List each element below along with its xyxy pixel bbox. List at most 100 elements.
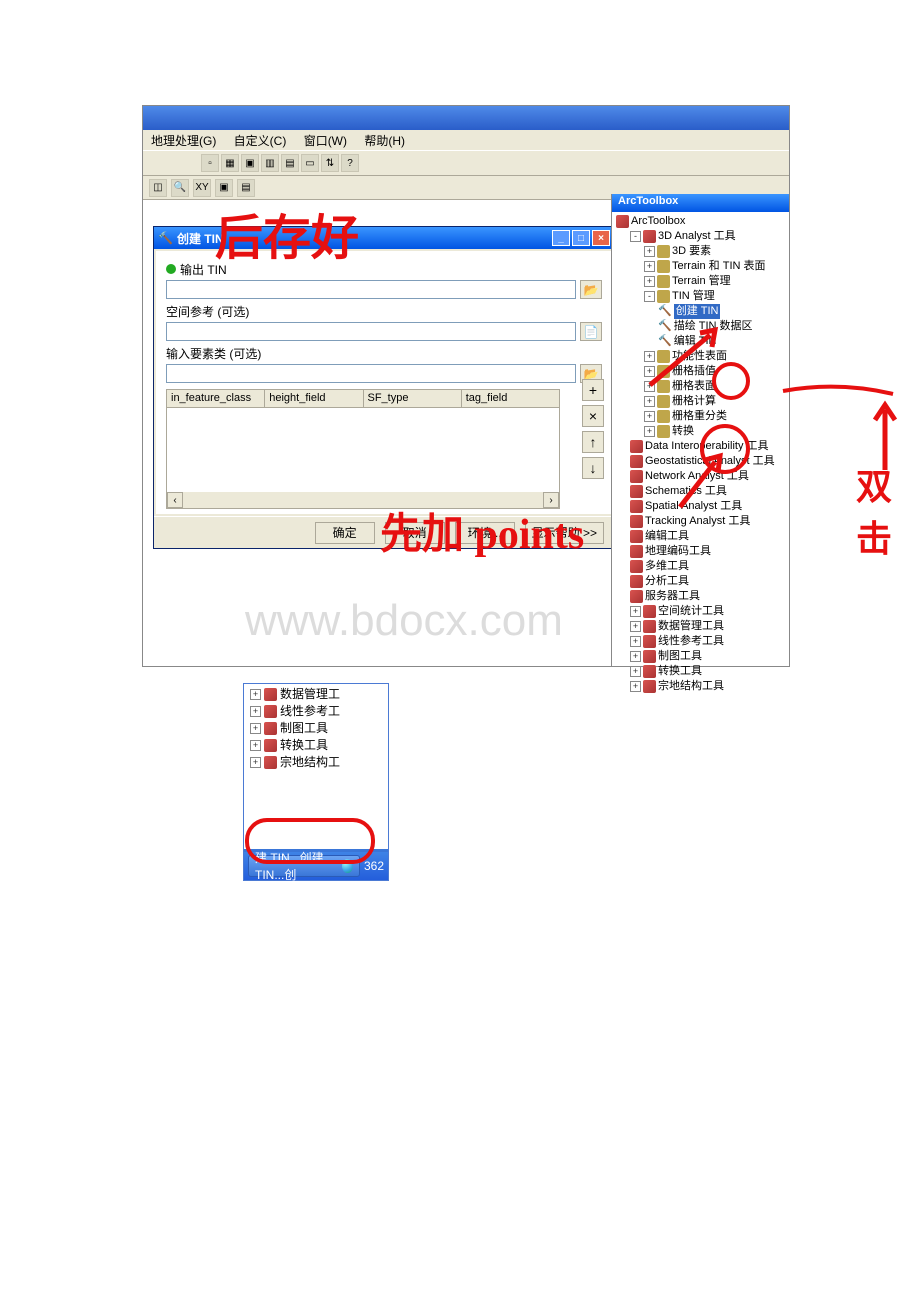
move-up-button[interactable]: ↑ — [582, 431, 604, 453]
add-row-button[interactable]: + — [582, 379, 604, 401]
tree-root[interactable]: ArcToolbox — [631, 214, 685, 229]
tree-item[interactable]: 服务器工具 — [645, 589, 700, 604]
toolbar-btn-3[interactable]: ▣ — [241, 154, 259, 172]
spatial-ref-input[interactable] — [166, 322, 576, 341]
remove-row-button[interactable]: × — [582, 405, 604, 427]
tree-item[interactable]: 栅格计算 — [672, 394, 716, 409]
expander-icon[interactable]: - — [630, 231, 641, 242]
tree-item[interactable]: 多维工具 — [645, 559, 689, 574]
scroll-left-button[interactable]: ‹ — [167, 492, 183, 508]
tree-item[interactable]: 数据管理工具 — [658, 619, 724, 634]
expander-icon[interactable]: + — [644, 411, 655, 422]
cancel-button[interactable]: 取消 — [385, 522, 445, 544]
s2-item[interactable]: 线性参考工 — [280, 703, 340, 720]
tree-item[interactable]: 3D 要素 — [672, 244, 711, 259]
expander-icon[interactable]: + — [644, 396, 655, 407]
expander-icon[interactable]: + — [630, 666, 641, 677]
s2-item[interactable]: 宗地结构工 — [280, 754, 340, 771]
tree-item[interactable]: 分析工具 — [645, 574, 689, 589]
tree-item-selected[interactable]: 创建 TIN — [674, 304, 721, 319]
expander-icon[interactable]: + — [644, 276, 655, 287]
tree-item[interactable]: 3D Analyst 工具 — [658, 229, 736, 244]
s2-item[interactable]: 制图工具 — [280, 720, 328, 737]
tree-item[interactable]: Data Interoperability 工具 — [645, 439, 769, 454]
toolbar-btn-1[interactable]: ▫ — [201, 154, 219, 172]
tree-item[interactable]: 编辑 TIN — [674, 334, 717, 349]
tb2-btn-1[interactable]: ◫ — [149, 179, 167, 197]
expander-icon[interactable]: + — [250, 689, 261, 700]
ok-button[interactable]: 确定 — [315, 522, 375, 544]
tree-item[interactable]: 描绘 TIN 数据区 — [674, 319, 753, 334]
tree-item[interactable]: 栅格插值 — [672, 364, 716, 379]
col-height[interactable]: height_field — [265, 390, 363, 407]
tree-item[interactable]: Network Analyst 工具 — [645, 469, 749, 484]
expander-icon[interactable]: + — [644, 261, 655, 272]
spatial-ref-browse-button[interactable]: 📄 — [580, 322, 602, 341]
input-feature-input[interactable] — [166, 364, 576, 383]
s2-item[interactable]: 转换工具 — [280, 737, 328, 754]
tree-item[interactable]: 制图工具 — [658, 649, 702, 664]
menu-geoprocessing[interactable]: 地理处理(G) — [151, 134, 216, 148]
expander-icon[interactable]: + — [644, 351, 655, 362]
minimize-button[interactable]: _ — [552, 230, 570, 246]
tree-item[interactable]: 线性参考工具 — [658, 634, 724, 649]
tree-item[interactable]: 空间统计工具 — [658, 604, 724, 619]
expander-icon[interactable]: + — [630, 636, 641, 647]
tree-item[interactable]: Spatial Analyst 工具 — [645, 499, 742, 514]
expander-icon[interactable]: + — [250, 723, 261, 734]
out-tin-browse-button[interactable]: 📂 — [580, 280, 602, 299]
tb2-btn-5[interactable]: ▤ — [237, 179, 255, 197]
tb2-btn-4[interactable]: ▣ — [215, 179, 233, 197]
expander-icon[interactable]: + — [630, 621, 641, 632]
expander-icon[interactable]: + — [644, 366, 655, 377]
col-in-feature[interactable]: in_feature_class — [167, 390, 265, 407]
toolbar-btn-help[interactable]: ? — [341, 154, 359, 172]
scroll-right-button[interactable]: › — [543, 492, 559, 508]
tree-item[interactable]: 栅格重分类 — [672, 409, 727, 424]
tree-item[interactable]: 转换工具 — [658, 664, 702, 679]
tree-item[interactable]: TIN 管理 — [672, 289, 715, 304]
toolbar-btn-6[interactable]: ▭ — [301, 154, 319, 172]
menu-help[interactable]: 帮助(H) — [364, 134, 405, 148]
taskbar-button[interactable]: 建 TIN...创建 TIN...创 — [248, 855, 360, 877]
col-sf-type[interactable]: SF_type — [364, 390, 462, 407]
tree-item[interactable]: Terrain 管理 — [672, 274, 731, 289]
grid-body[interactable] — [167, 408, 559, 492]
expander-icon[interactable]: + — [630, 606, 641, 617]
expander-icon[interactable]: - — [644, 291, 655, 302]
s2-item[interactable]: 数据管理工 — [280, 686, 340, 703]
menu-windows[interactable]: 窗口(W) — [304, 134, 347, 148]
toolbar-btn-7[interactable]: ⇅ — [321, 154, 339, 172]
tree-item[interactable]: Terrain 和 TIN 表面 — [672, 259, 766, 274]
expander-icon[interactable]: + — [644, 246, 655, 257]
expander-icon[interactable]: + — [250, 757, 261, 768]
tree-item[interactable]: Geostatistical Analyst 工具 — [645, 454, 775, 469]
tree-item[interactable]: 编辑工具 — [645, 529, 689, 544]
out-tin-input[interactable] — [166, 280, 576, 299]
environments-button[interactable]: 环境... — [455, 522, 515, 544]
tb2-btn-3[interactable]: XY — [193, 179, 211, 197]
grid-horizontal-scrollbar[interactable]: ‹ › — [167, 492, 559, 508]
expander-icon[interactable]: + — [644, 381, 655, 392]
tree-item[interactable]: Tracking Analyst 工具 — [645, 514, 750, 529]
close-button[interactable]: × — [592, 230, 610, 246]
tree-item[interactable]: 功能性表面 — [672, 349, 727, 364]
expander-icon[interactable]: + — [250, 706, 261, 717]
toolbar-btn-4[interactable]: ▥ — [261, 154, 279, 172]
tree-item[interactable]: 栅格表面 — [672, 379, 716, 394]
toolbar-btn-5[interactable]: ▤ — [281, 154, 299, 172]
maximize-button[interactable]: □ — [572, 230, 590, 246]
expander-icon[interactable]: + — [250, 740, 261, 751]
expander-icon[interactable]: + — [630, 681, 641, 692]
tree-item[interactable]: Schematics 工具 — [645, 484, 727, 499]
tree-item[interactable]: 地理编码工具 — [645, 544, 711, 559]
col-tag[interactable]: tag_field — [462, 390, 559, 407]
arctoolbox-tree[interactable]: ArcToolbox - 3D Analyst 工具 +3D 要素 + Terrai… — [612, 212, 789, 696]
toolbar-btn-2[interactable]: ▦ — [221, 154, 239, 172]
expander-icon[interactable]: + — [644, 426, 655, 437]
move-down-button[interactable]: ↓ — [582, 457, 604, 479]
tree-item[interactable]: 宗地结构工具 — [658, 679, 724, 694]
tree-item[interactable]: 转换 — [672, 424, 694, 439]
tb2-find-icon[interactable]: 🔍 — [171, 179, 189, 197]
show-help-button[interactable]: 显示帮助 >> — [525, 522, 604, 544]
